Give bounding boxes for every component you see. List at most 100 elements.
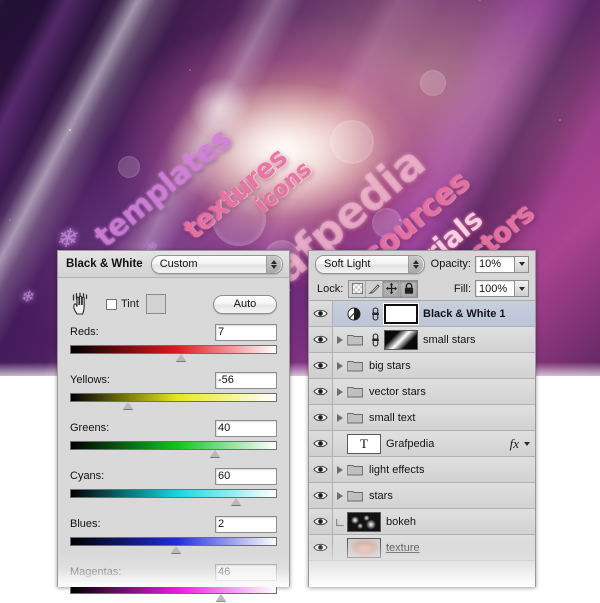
group-expand-triangle-icon[interactable] <box>333 387 347 396</box>
group-expand-triangle-icon[interactable] <box>333 491 347 500</box>
layer-row-texture[interactable]: texture <box>309 535 535 561</box>
layer-row-light-effects[interactable]: light effects <box>309 457 535 483</box>
layer-visibility-eye-icon[interactable] <box>309 327 333 352</box>
lock-transparent-pixels-icon[interactable] <box>349 280 367 297</box>
slider-gradient-track[interactable] <box>70 393 277 402</box>
opacity-control: Opacity: 10% <box>431 255 529 273</box>
layer-mask-thumbnail[interactable] <box>384 329 418 350</box>
layer-visibility-eye-icon[interactable] <box>309 483 333 508</box>
blend-mode-stepper-icon[interactable] <box>407 255 423 273</box>
auto-button[interactable]: Auto <box>213 294 277 314</box>
layer-visibility-eye-icon[interactable] <box>309 353 333 378</box>
slider-track-area[interactable] <box>70 345 277 363</box>
slider-gradient-track[interactable] <box>70 585 277 594</box>
layer-row-small-stars[interactable]: small stars <box>309 327 535 353</box>
layer-name-label[interactable]: vector stars <box>369 386 426 398</box>
slider-value-input[interactable]: 2 <box>215 515 277 533</box>
adjustment-layer-icon[interactable] <box>347 307 363 321</box>
slider-value-input[interactable]: 7 <box>215 323 277 341</box>
layer-row-vector-stars[interactable]: vector stars <box>309 379 535 405</box>
chevron-right-icon <box>337 335 343 344</box>
layer-row-stars[interactable]: stars <box>309 483 535 509</box>
slider-value-input[interactable]: 40 <box>215 419 277 437</box>
layer-row-bokeh[interactable]: ∟ bokeh <box>309 509 535 535</box>
fill-dropdown-arrow[interactable] <box>515 280 529 297</box>
slider-group-yellows: Yellows: -56 <box>70 371 277 411</box>
lock-all-padlock-icon[interactable] <box>400 280 418 297</box>
layer-effects-cell[interactable]: fx <box>510 436 535 452</box>
slider-header: Greens: 40 <box>70 419 277 437</box>
layer-name-label[interactable]: stars <box>369 490 393 502</box>
slider-label: Yellows: <box>70 374 110 386</box>
layer-name-label[interactable]: small stars <box>423 334 476 346</box>
slider-gradient-track[interactable] <box>70 489 277 498</box>
text-layer-thumbnail[interactable]: T <box>347 433 381 454</box>
group-expand-triangle-icon[interactable] <box>333 465 347 474</box>
slider-gradient-track[interactable] <box>70 537 277 546</box>
slider-value-input[interactable]: -56 <box>215 371 277 389</box>
preset-dropdown-stepper-icon[interactable] <box>266 255 281 273</box>
layer-mask-link-icon[interactable] <box>371 306 380 321</box>
layer-name-label[interactable]: bokeh <box>386 516 416 528</box>
slider-thumb[interactable] <box>123 402 134 410</box>
slider-track-area[interactable] <box>70 537 277 555</box>
layer-visibility-eye-icon[interactable] <box>309 431 333 456</box>
layers-panel: Soft Light Opacity: 10% Lock: Fill: 100%… <box>308 250 536 587</box>
layer-visibility-eye-icon[interactable] <box>309 457 333 482</box>
lock-image-pixels-brush-icon[interactable] <box>366 280 384 297</box>
preset-dropdown-value: Custom <box>159 258 198 270</box>
preset-dropdown[interactable]: Custom <box>150 254 283 274</box>
group-folder-icon <box>347 463 363 476</box>
slider-thumb[interactable] <box>171 546 182 554</box>
blend-mode-dropdown[interactable]: Soft Light <box>315 254 425 274</box>
slider-value-input[interactable]: 46 <box>215 563 277 581</box>
layer-visibility-eye-icon[interactable] <box>309 379 333 404</box>
slider-thumb[interactable] <box>210 450 221 458</box>
lock-button-group <box>348 279 419 298</box>
layer-row-grafpedia[interactable]: T Grafpedia fx <box>309 431 535 457</box>
layer-visibility-eye-icon[interactable] <box>309 509 333 534</box>
tint-color-swatch[interactable] <box>145 294 166 314</box>
on-image-adjustment-hand-icon[interactable] <box>70 292 92 316</box>
chevron-down-icon[interactable] <box>524 441 530 446</box>
slider-label: Reds: <box>70 326 99 338</box>
layer-name-label[interactable]: small text <box>369 412 415 424</box>
layer-row-black-white-1[interactable]: Black & White 1 <box>309 301 535 327</box>
opacity-dropdown-arrow[interactable] <box>515 255 529 273</box>
layer-thumbnail[interactable] <box>347 511 381 532</box>
slider-gradient-track[interactable] <box>70 345 277 354</box>
layer-row-big-stars[interactable]: big stars <box>309 353 535 379</box>
layer-visibility-eye-icon[interactable] <box>309 535 333 560</box>
layer-visibility-eye-icon[interactable] <box>309 301 333 326</box>
group-expand-triangle-icon[interactable] <box>333 413 347 422</box>
layer-name-label[interactable]: big stars <box>369 360 411 372</box>
lock-position-move-icon[interactable] <box>383 280 401 297</box>
opacity-input[interactable]: 10% <box>475 255 515 273</box>
layer-name-label[interactable]: texture <box>386 542 420 554</box>
slider-track-area[interactable] <box>70 441 277 459</box>
slider-thumb[interactable] <box>216 594 227 602</box>
layer-mask-thumbnail[interactable] <box>383 302 419 325</box>
tint-label: Tint <box>121 298 139 310</box>
group-expand-triangle-icon[interactable] <box>333 361 347 370</box>
slider-track-area[interactable] <box>70 393 277 411</box>
slider-gradient-track[interactable] <box>70 441 277 450</box>
slider-track-area[interactable] <box>70 585 277 603</box>
layer-mask-link-icon[interactable] <box>371 332 380 347</box>
blend-mode-value: Soft Light <box>324 258 371 270</box>
blend-mode-row: Soft Light Opacity: 10% <box>309 251 535 277</box>
slider-thumb[interactable] <box>176 354 187 362</box>
slider-value-input[interactable]: 60 <box>215 467 277 485</box>
layer-name-label[interactable]: Grafpedia <box>386 438 434 450</box>
tint-checkbox[interactable] <box>106 298 117 310</box>
fx-icon[interactable]: fx <box>510 436 519 452</box>
layer-visibility-eye-icon[interactable] <box>309 405 333 430</box>
slider-track-area[interactable] <box>70 489 277 507</box>
layer-name-label[interactable]: Black & White 1 <box>423 308 506 320</box>
fill-input[interactable]: 100% <box>475 280 515 297</box>
layer-thumbnail[interactable] <box>347 537 381 558</box>
slider-thumb[interactable] <box>231 498 242 506</box>
group-expand-triangle-icon[interactable] <box>333 335 347 344</box>
layer-row-small-text[interactable]: small text <box>309 405 535 431</box>
layer-name-label[interactable]: light effects <box>369 464 424 476</box>
